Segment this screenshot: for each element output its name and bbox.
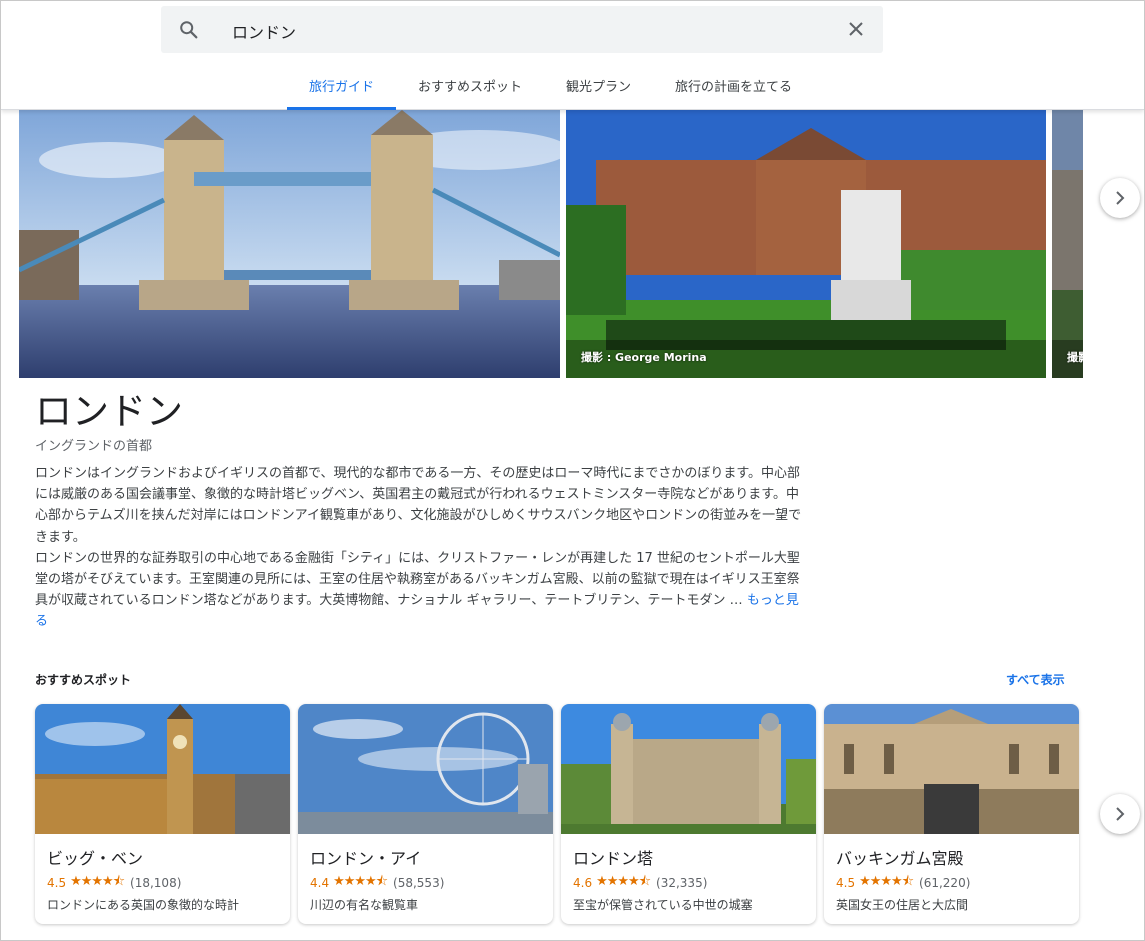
spot-rating: 4.6 ★★★★⯪ (32,335) bbox=[573, 872, 707, 894]
spot-card-buckingham-palace[interactable]: バッキンガム宮殿 4.5 ★★★★⯪ (61,220) 英国女王の住居と大広間 bbox=[824, 704, 1079, 924]
spot-card-tower-of-london[interactable]: ロンドン塔 4.6 ★★★★⯪ (32,335) 至宝が保管されている中世の城塞 bbox=[561, 704, 816, 924]
tower-bridge-image bbox=[19, 110, 560, 378]
tower-of-london-image bbox=[561, 704, 816, 834]
description-paragraph-1: ロンドンはイングランドおよびイギリスの首都で、現代的な都市である一方、その歴史は… bbox=[35, 466, 802, 545]
tab-trip-planning[interactable]: 旅行の計画を立てる bbox=[653, 64, 814, 109]
tab-bar: 旅行ガイド おすすめスポット 観光プラン 旅行の計画を立てる bbox=[287, 64, 814, 110]
kensington-palace-image bbox=[566, 110, 1046, 378]
place-description: ロンドンはイングランドおよびイギリスの首都で、現代的な都市である一方、その歴史は… bbox=[35, 463, 803, 633]
top-bar: ロンドン 旅行ガイド おすすめスポット 観光プラン 旅行の計画を立てる bbox=[1, 1, 1144, 110]
spots-next-button[interactable] bbox=[1100, 794, 1140, 834]
rating-score: 4.5 bbox=[47, 876, 67, 890]
third-photo-image bbox=[1052, 110, 1083, 378]
spot-description: 至宝が保管されている中世の城塞 bbox=[573, 898, 753, 912]
chevron-right-icon bbox=[1116, 807, 1125, 821]
spots-heading: おすすめスポット bbox=[35, 673, 132, 687]
see-all-link[interactable]: すべて表示 bbox=[1006, 671, 1065, 688]
place-subtitle: イングランドの首都 bbox=[35, 439, 153, 454]
photo-credit-partial: 撮影 bbox=[1067, 351, 1083, 364]
tab-sightseeing-plans[interactable]: 観光プラン bbox=[544, 64, 653, 109]
close-icon[interactable] bbox=[847, 20, 865, 38]
spot-description: 英国女王の住居と大広間 bbox=[836, 898, 969, 912]
description-paragraph-2-text: ロンドンの世界的な証券取引の中心地である金融街「シティ」には、クリストファー・レ… bbox=[35, 550, 800, 609]
review-count: (18,108) bbox=[130, 876, 182, 890]
spot-image bbox=[298, 704, 553, 834]
star-rating-icon: ★★★★⯪ bbox=[333, 874, 388, 889]
search-icon[interactable] bbox=[178, 19, 200, 41]
review-count: (32,335) bbox=[656, 876, 708, 890]
spot-image bbox=[35, 704, 290, 834]
gallery-photo-kensington-palace[interactable]: 撮影 : George Morina bbox=[566, 110, 1046, 378]
london-eye-image bbox=[298, 704, 553, 834]
search-box[interactable]: ロンドン bbox=[161, 6, 883, 53]
page-title: ロンドン bbox=[35, 390, 183, 433]
big-ben-image bbox=[35, 704, 290, 834]
rating-score: 4.6 bbox=[573, 876, 593, 890]
tab-travel-guide[interactable]: 旅行ガイド bbox=[287, 64, 397, 110]
spot-image bbox=[561, 704, 816, 834]
spot-rating: 4.5 ★★★★⯪ (18,108) bbox=[47, 872, 181, 894]
chevron-right-icon bbox=[1116, 191, 1125, 205]
spot-image bbox=[824, 704, 1079, 834]
photo-credit: 撮影 : George Morina bbox=[581, 351, 707, 364]
star-rating-icon: ★★★★⯪ bbox=[596, 874, 651, 889]
description-paragraph-2: ロンドンの世界的な証券取引の中心地である金融街「シティ」には、クリストファー・レ… bbox=[35, 548, 803, 633]
spot-name: ビッグ・ベン bbox=[47, 849, 144, 868]
star-rating-icon: ★★★★⯪ bbox=[70, 874, 125, 889]
search-query[interactable]: ロンドン bbox=[232, 19, 296, 43]
gallery-next-button[interactable] bbox=[1100, 178, 1140, 218]
spot-name: ロンドン・アイ bbox=[310, 849, 422, 868]
spot-card-london-eye[interactable]: ロンドン・アイ 4.4 ★★★★⯪ (58,553) 川辺の有名な観覧車 bbox=[298, 704, 553, 924]
rating-score: 4.4 bbox=[310, 876, 330, 890]
buckingham-palace-image bbox=[824, 704, 1079, 834]
spot-name: バッキンガム宮殿 bbox=[836, 849, 964, 868]
spot-description: ロンドンにある英国の象徴的な時計 bbox=[47, 898, 240, 912]
tab-recommended-spots[interactable]: おすすめスポット bbox=[396, 64, 544, 109]
spot-card-big-ben[interactable]: ビッグ・ベン 4.5 ★★★★⯪ (18,108) ロンドンにある英国の象徴的な… bbox=[35, 704, 290, 924]
spot-rating: 4.5 ★★★★⯪ (61,220) bbox=[836, 872, 970, 894]
gallery-photo-third[interactable]: 撮影 bbox=[1052, 110, 1083, 378]
spot-description: 川辺の有名な観覧車 bbox=[310, 898, 419, 912]
rating-score: 4.5 bbox=[836, 876, 856, 890]
star-rating-icon: ★★★★⯪ bbox=[859, 874, 914, 889]
spot-name: ロンドン塔 bbox=[573, 849, 654, 868]
gallery-photo-tower-bridge[interactable] bbox=[19, 110, 560, 378]
review-count: (61,220) bbox=[919, 876, 971, 890]
review-count: (58,553) bbox=[393, 876, 445, 890]
spot-rating: 4.4 ★★★★⯪ (58,553) bbox=[310, 872, 444, 894]
page-frame: ロンドン 旅行ガイド おすすめスポット 観光プラン 旅行の計画を立てる 撮影:… bbox=[0, 0, 1145, 941]
